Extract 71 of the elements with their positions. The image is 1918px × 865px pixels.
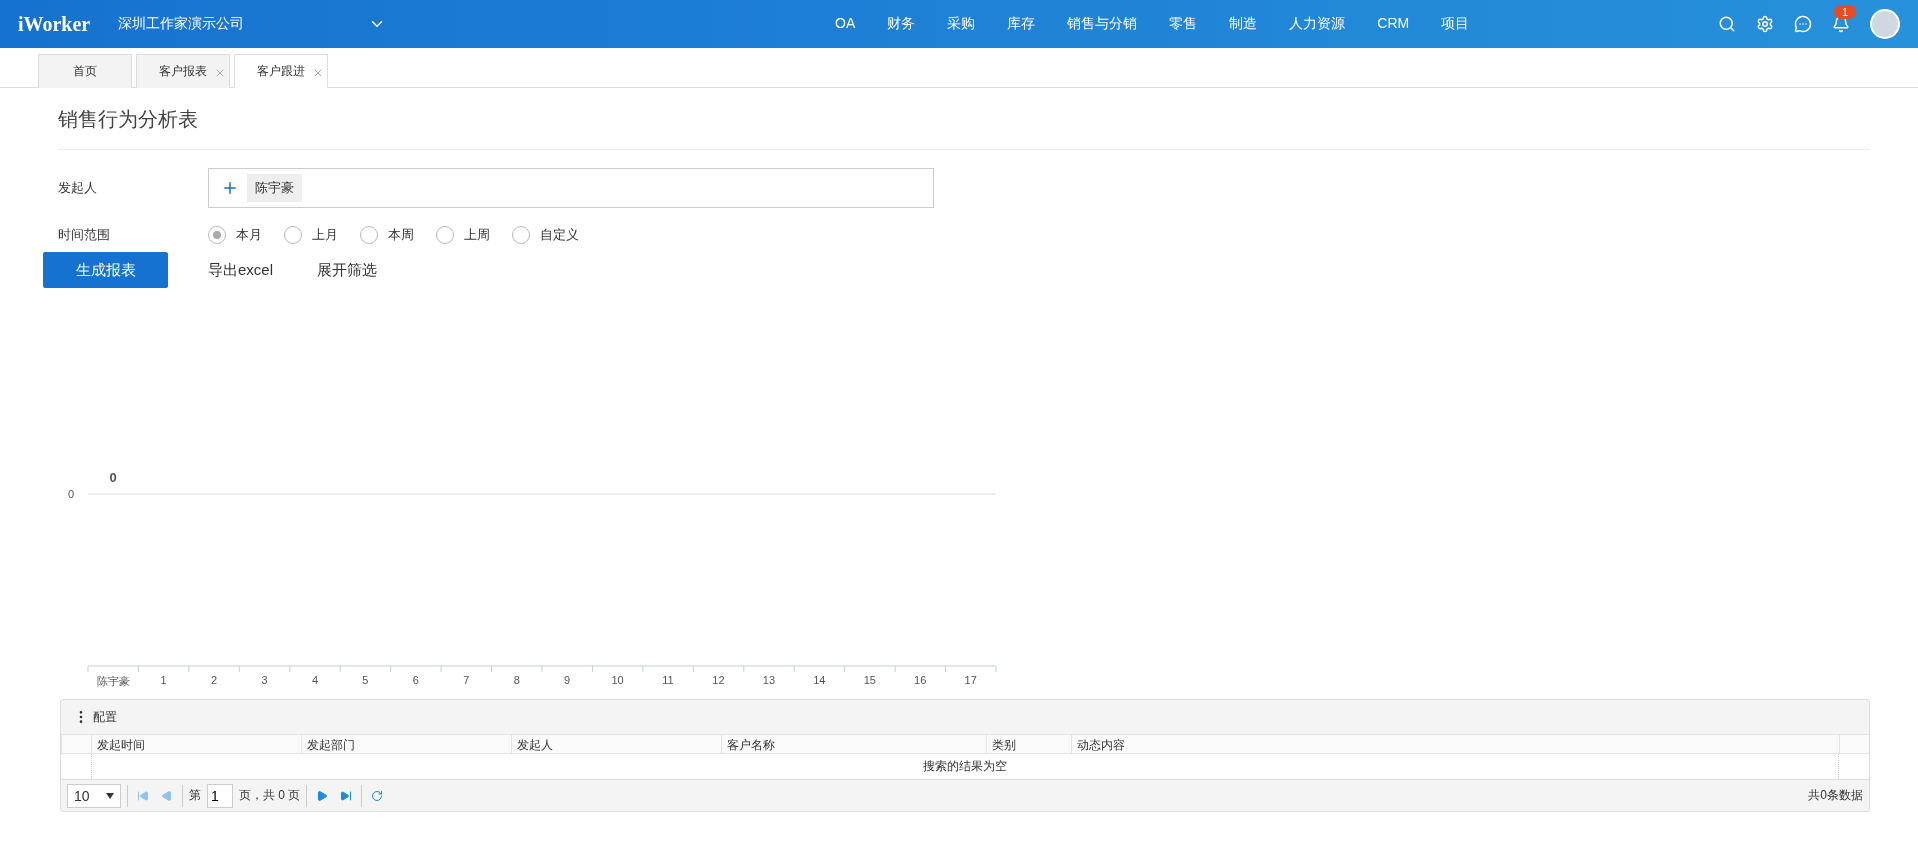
chat-icon[interactable] bbox=[1794, 15, 1812, 33]
axis-label: 10 bbox=[610, 674, 625, 688]
axis-label: 8 bbox=[512, 674, 521, 688]
page-size-select[interactable]: 10 bbox=[67, 783, 121, 808]
axis-label: 16 bbox=[913, 674, 928, 688]
page-title: 销售行为分析表 bbox=[58, 88, 1870, 150]
axis-label: 7 bbox=[462, 674, 471, 688]
column-header[interactable]: 动态内容 bbox=[1071, 734, 1839, 754]
settings-icon[interactable] bbox=[1756, 15, 1774, 33]
column-header[interactable]: 发起时间 bbox=[91, 734, 301, 754]
tab[interactable]: 客户报表 bbox=[136, 54, 230, 88]
column-header[interactable]: 客户名称 bbox=[721, 734, 986, 754]
close-icon[interactable] bbox=[214, 67, 226, 79]
axis-label: 6 bbox=[411, 674, 420, 688]
radio-label[interactable]: 上月 bbox=[312, 226, 338, 244]
axis-label: 1 bbox=[159, 674, 168, 688]
company-name: 深圳工作家演示公司 bbox=[118, 15, 246, 33]
notification-badge: 1 bbox=[1834, 5, 1857, 19]
tab[interactable]: 首页 bbox=[38, 54, 132, 88]
axis-label: 17 bbox=[963, 674, 978, 688]
axis-label: 9 bbox=[563, 674, 572, 688]
nav-item[interactable]: 项目 bbox=[1425, 15, 1486, 33]
axis-label: 11 bbox=[661, 674, 675, 688]
bell-icon[interactable] bbox=[1832, 15, 1850, 33]
caret-icon bbox=[106, 792, 114, 799]
nav-item[interactable]: 采购 bbox=[931, 15, 992, 33]
nav-item[interactable]: CRM bbox=[1361, 15, 1426, 33]
axis-label: 5 bbox=[361, 674, 370, 688]
column-header[interactable]: 类别 bbox=[986, 734, 1071, 754]
logo[interactable]: iWorker bbox=[18, 12, 91, 36]
text-button[interactable]: 导出excel bbox=[204, 260, 278, 280]
axis-label: 12 bbox=[711, 674, 726, 688]
radio-label[interactable]: 本月 bbox=[236, 226, 262, 244]
column-header[interactable]: 发起部门 bbox=[301, 734, 511, 754]
field-label: 时间范围 bbox=[58, 226, 111, 244]
person-tag[interactable]: 陈宇豪 bbox=[247, 174, 302, 202]
text-button[interactable]: 展开筛选 bbox=[313, 260, 382, 280]
nav-item[interactable]: 销售与分销 bbox=[1051, 15, 1154, 33]
nav-item[interactable]: OA bbox=[819, 15, 872, 33]
data-label: 0 bbox=[109, 470, 117, 485]
axis-label: 15 bbox=[862, 674, 877, 688]
axis-label: 2 bbox=[210, 674, 219, 688]
radio-label[interactable]: 自定义 bbox=[540, 226, 579, 244]
axis-label: 3 bbox=[260, 674, 269, 688]
axis-tick-label: 0 bbox=[68, 488, 75, 500]
tab[interactable]: 客户跟进 bbox=[234, 54, 328, 88]
total-count: 共0条数据 bbox=[1808, 787, 1863, 804]
config-label[interactable]: 配置 bbox=[93, 708, 117, 726]
pager-text: 页，共 0 页 bbox=[239, 787, 301, 804]
generate-report-button[interactable]: 生成报表 bbox=[43, 252, 168, 288]
avatar[interactable] bbox=[1870, 9, 1900, 39]
close-icon[interactable] bbox=[312, 67, 324, 79]
empty-message: 搜索的结果为空 bbox=[91, 754, 1839, 779]
radio-label[interactable]: 上周 bbox=[464, 226, 490, 244]
page-input[interactable]: 1 bbox=[207, 783, 233, 808]
nav-item[interactable]: 人力资源 bbox=[1273, 15, 1362, 33]
axis-label: 陈宇豪 bbox=[95, 674, 131, 689]
axis-label: 13 bbox=[761, 674, 777, 688]
nav-item[interactable]: 库存 bbox=[991, 15, 1052, 33]
nav-item[interactable]: 制造 bbox=[1213, 15, 1274, 33]
column-header[interactable]: 发起人 bbox=[511, 734, 721, 754]
radio-label[interactable]: 本周 bbox=[388, 226, 414, 244]
nav-item[interactable]: 财务 bbox=[871, 15, 932, 33]
axis-label: 4 bbox=[310, 674, 320, 688]
field-label: 发起人 bbox=[58, 179, 98, 197]
pager-text: 第 bbox=[189, 787, 201, 804]
search-icon[interactable] bbox=[1718, 15, 1736, 33]
add-icon[interactable] bbox=[221, 179, 239, 197]
axis-label: 14 bbox=[812, 674, 827, 688]
initiator-field[interactable]: 陈宇豪 bbox=[208, 168, 934, 208]
nav-item[interactable]: 零售 bbox=[1153, 15, 1214, 33]
